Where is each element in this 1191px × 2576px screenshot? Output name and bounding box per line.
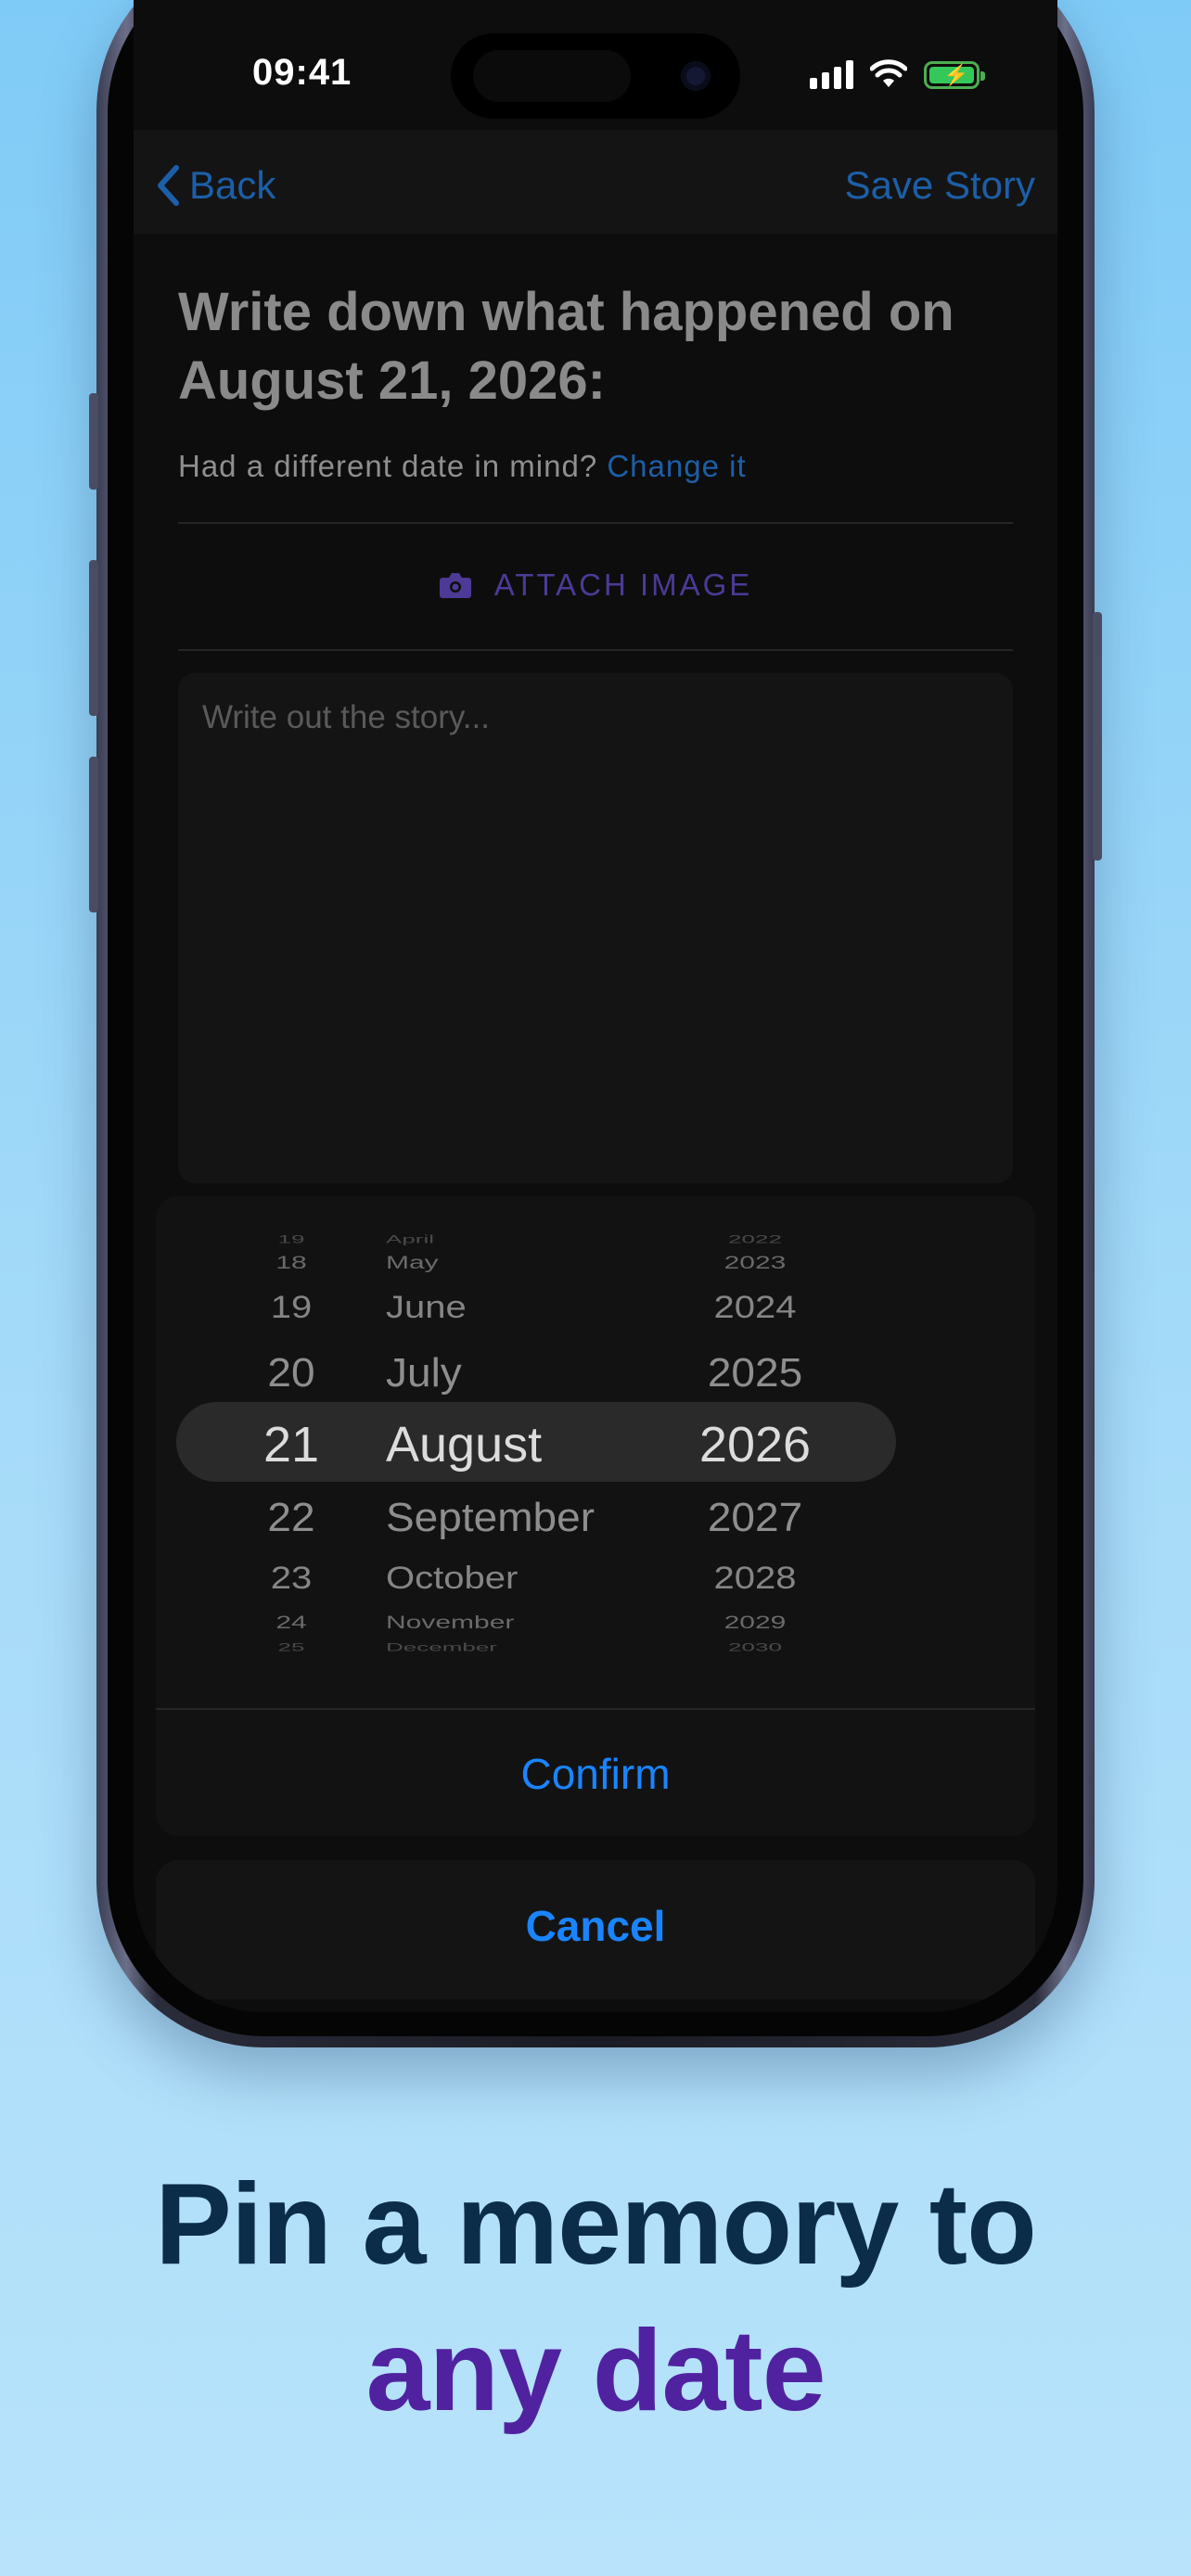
picker-year-value: 2029 xyxy=(724,1612,787,1633)
confirm-button[interactable]: Confirm xyxy=(156,1749,1035,1799)
back-label: Back xyxy=(189,163,276,207)
volume-down-button xyxy=(89,757,98,912)
battery-charging-icon: ⚡ xyxy=(924,61,985,89)
date-hint-text: Had a different date in mind? xyxy=(178,449,598,483)
picker-row[interactable]: 22 September 2027 xyxy=(156,1492,1035,1544)
camera-icon xyxy=(681,61,711,91)
picker-year-value: 2025 xyxy=(707,1349,803,1396)
date-hint: Had a different date in mind? Change it xyxy=(178,449,747,484)
story-placeholder: Write out the story... xyxy=(202,699,490,735)
picker-row[interactable]: 25 December 2030 xyxy=(156,1633,1035,1666)
save-story-button[interactable]: Save Story xyxy=(845,163,1035,208)
picker-row-selected[interactable]: 21 August 2026 xyxy=(156,1416,1035,1475)
picker-year-value: 2022 xyxy=(728,1232,782,1246)
caption-line-1: Pin a memory to xyxy=(155,2161,1037,2289)
picker-day-value: 19 xyxy=(270,1290,313,1325)
marketing-caption: Pin a memory to any date xyxy=(0,2151,1191,2444)
picker-month-value: November xyxy=(386,1612,515,1633)
picker-month-value: August xyxy=(386,1417,543,1473)
page-title: Write down what happened on August 21, 2… xyxy=(178,282,954,411)
phone-screen: 09:41 ⚡ Back Save Story Write down what … xyxy=(134,0,1057,2012)
change-date-link[interactable]: Change it xyxy=(607,449,746,483)
back-button[interactable]: Back xyxy=(156,163,275,208)
picker-year-value: 2027 xyxy=(707,1494,803,1540)
picker-row[interactable]: 23 October 2028 xyxy=(156,1558,1035,1604)
cellular-signal-icon xyxy=(810,59,853,89)
navigation-bar: Back Save Story xyxy=(134,130,1057,234)
cancel-button[interactable]: Cancel xyxy=(156,1901,1035,1951)
volume-up-button xyxy=(89,560,98,716)
picker-month-value: June xyxy=(386,1290,467,1325)
chevron-left-icon xyxy=(158,165,179,206)
picker-day-value: 23 xyxy=(270,1561,313,1596)
picker-year-value: 2023 xyxy=(724,1252,787,1273)
story-textarea[interactable]: Write out the story... xyxy=(178,673,1013,1183)
picker-row[interactable]: 19 June 2024 xyxy=(156,1287,1035,1333)
date-picker-wheel[interactable]: 19 April 2022 18 May 2023 19 June 2024 20 July 2025… xyxy=(156,1196,1035,1714)
divider xyxy=(178,649,1013,651)
cancel-sheet: Cancel xyxy=(156,1860,1035,1999)
picker-day-value: 18 xyxy=(275,1252,307,1273)
picker-year-value: 2024 xyxy=(713,1290,797,1325)
picker-day-value: 19 xyxy=(277,1232,305,1246)
wifi-icon xyxy=(870,59,907,87)
divider xyxy=(178,522,1013,524)
dynamic-island xyxy=(451,33,740,119)
picker-row[interactable]: 18 May 2023 xyxy=(156,1247,1035,1284)
island-sensor xyxy=(473,50,631,102)
picker-month-value: September xyxy=(386,1494,596,1540)
caption-line-2: any date xyxy=(365,2307,826,2435)
status-icons: ⚡ xyxy=(810,57,985,89)
camera-icon xyxy=(439,573,471,598)
status-time: 09:41 xyxy=(252,52,352,93)
picker-day-value: 25 xyxy=(277,1640,305,1654)
silent-switch xyxy=(89,393,98,490)
status-bar: 09:41 ⚡ xyxy=(134,0,1057,130)
divider xyxy=(156,1708,1035,1710)
attach-image-label: ATTACH IMAGE xyxy=(493,567,753,602)
date-picker-sheet: 19 April 2022 18 May 2023 19 June 2024 20 July 2025… xyxy=(156,1196,1035,1836)
picker-day-value: 24 xyxy=(275,1612,307,1633)
picker-year-value: 2028 xyxy=(713,1561,797,1596)
picker-month-value: October xyxy=(386,1561,519,1596)
picker-month-value: May xyxy=(386,1252,439,1273)
power-button xyxy=(1093,612,1102,861)
picker-month-value: April xyxy=(386,1232,435,1246)
picker-day-value: 22 xyxy=(267,1494,315,1540)
charging-bolt-icon: ⚡ xyxy=(943,63,969,86)
attach-image-button[interactable]: ATTACH IMAGE xyxy=(134,567,1057,603)
picker-year-value: 2030 xyxy=(728,1640,782,1654)
picker-month-value: July xyxy=(386,1349,462,1396)
picker-day-value: 20 xyxy=(267,1349,315,1396)
picker-row[interactable]: 20 July 2025 xyxy=(156,1347,1035,1399)
picker-month-value: December xyxy=(386,1640,497,1654)
picker-year-value: 2026 xyxy=(698,1417,812,1473)
picker-day-value: 21 xyxy=(263,1417,320,1473)
